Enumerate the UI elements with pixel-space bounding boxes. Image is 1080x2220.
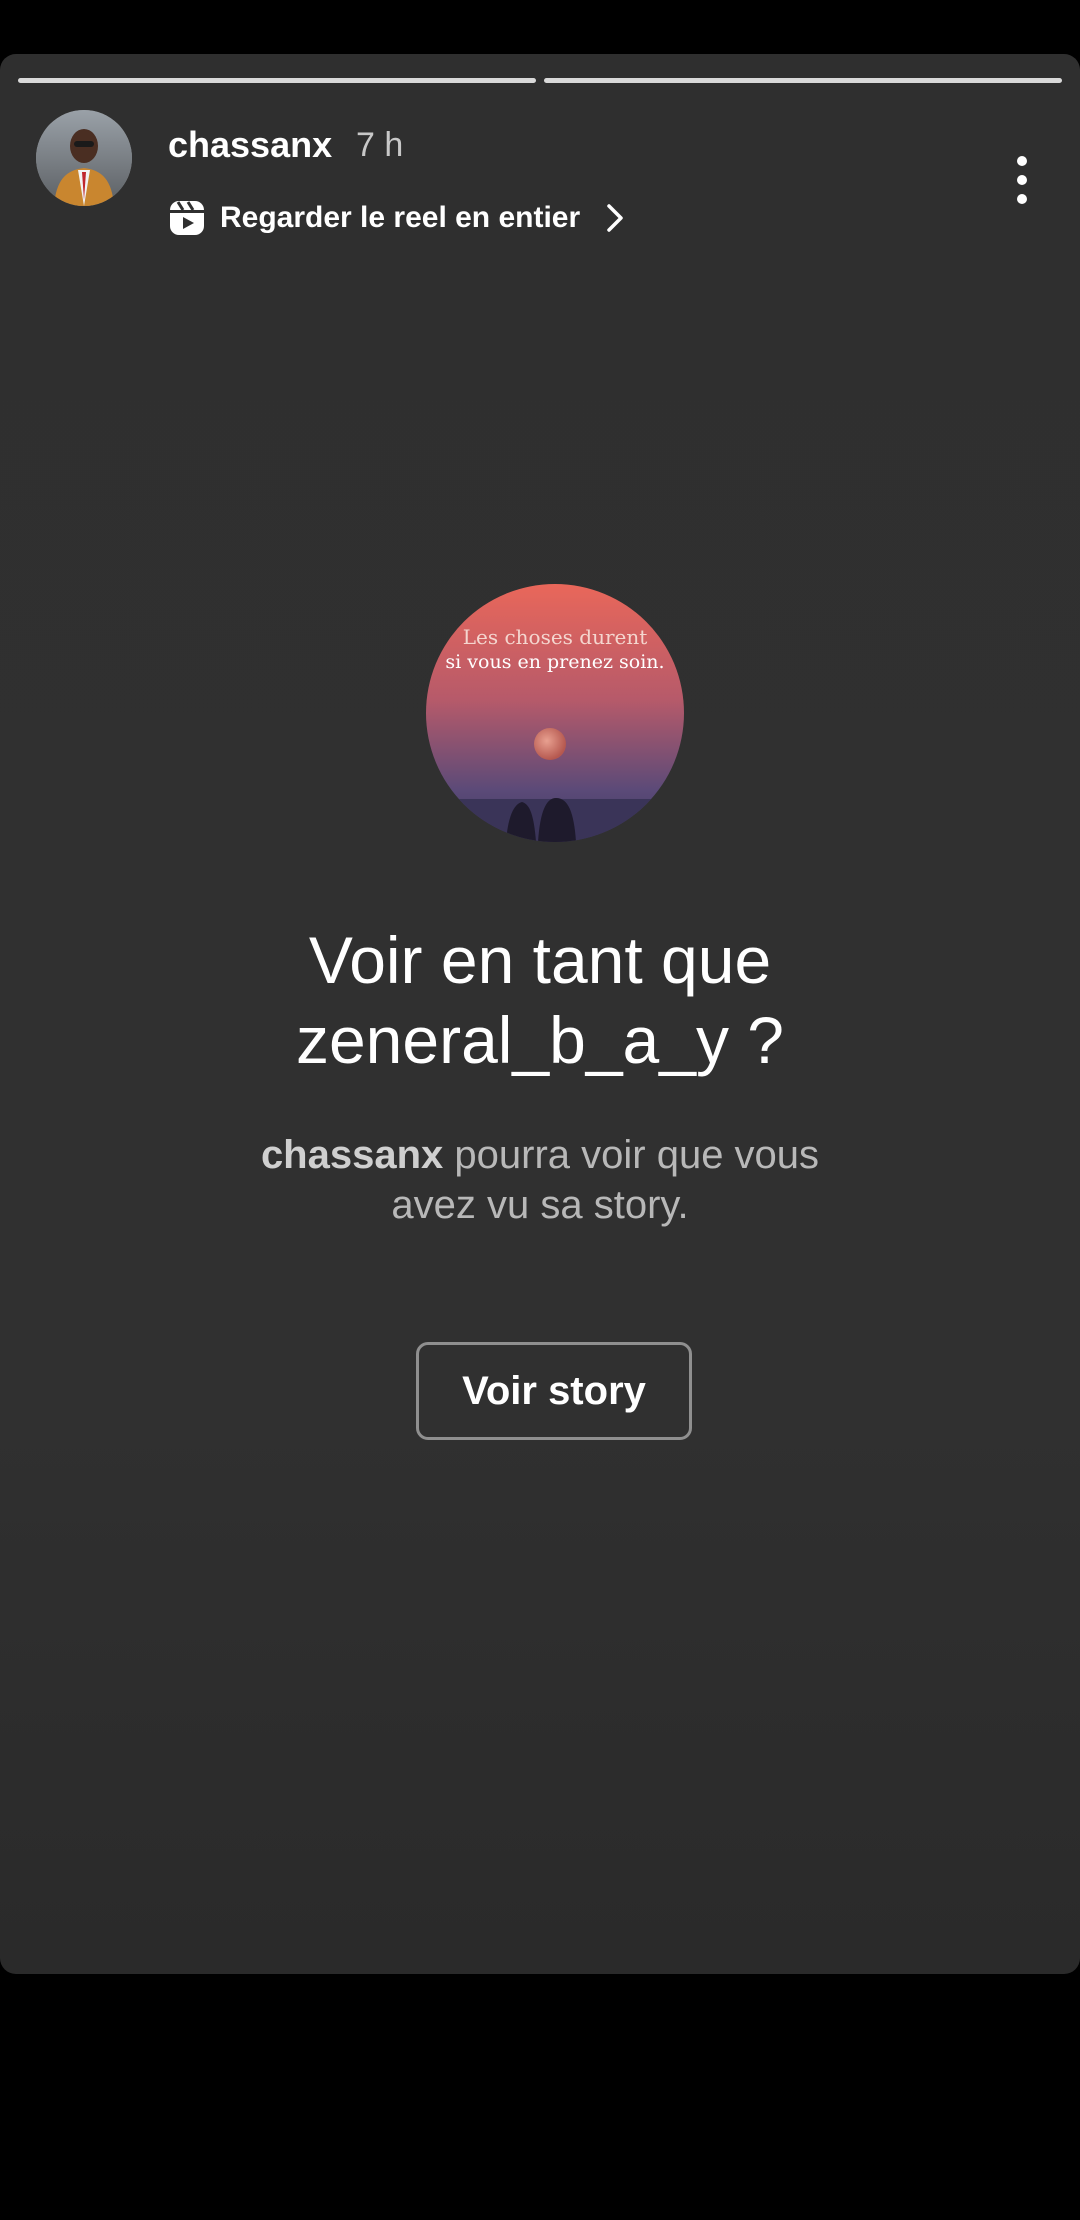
progress-segment <box>544 78 1062 83</box>
story-progress-bar <box>18 78 1062 83</box>
description-line1: chassanx pourra voir que vous <box>200 1130 880 1180</box>
progress-fill <box>544 78 1062 83</box>
view-as-prompt-line1: Voir en tant que <box>308 923 772 997</box>
reels-icon <box>170 201 204 235</box>
story-card[interactable]: chassanx 7 h Regarder le reel en entier <box>0 54 1080 1974</box>
view-as-prompt-description: chassanx pourra voir que vous avez vu sa… <box>200 1130 880 1230</box>
description-line2: avez vu sa story. <box>391 1183 689 1227</box>
progress-fill <box>18 78 536 83</box>
more-options-button[interactable] <box>1000 150 1044 210</box>
view-as-prompt-line2: zeneral_b_a_y ? <box>295 1003 785 1077</box>
more-vertical-icon <box>1017 175 1027 185</box>
progress-segment <box>18 78 536 83</box>
chevron-right-icon <box>607 204 623 232</box>
description-username: chassanx <box>260 1133 444 1177</box>
watch-full-reel-label: Regarder le reel en entier <box>220 201 581 234</box>
description-text: pourra voir que vous <box>443 1133 820 1177</box>
timestamp: 7 h <box>356 126 404 164</box>
story-preview-thumbnail: Les choses durent si vous en prenez soin… <box>426 584 684 842</box>
more-vertical-icon <box>1017 194 1027 204</box>
preview-caption-line2: si vous en prenez soin. <box>445 651 664 673</box>
screen: chassanx 7 h Regarder le reel en entier <box>0 0 1080 2220</box>
story-preview-image: Les choses durent si vous en prenez soin… <box>426 584 684 842</box>
avatar-image <box>36 110 132 206</box>
username[interactable]: chassanx <box>168 124 332 166</box>
view-story-button[interactable]: Voir story <box>416 1342 692 1440</box>
avatar[interactable] <box>36 110 132 206</box>
view-as-prompt-title: Voir en tant que zeneral_b_a_y ? <box>0 920 1080 1080</box>
more-vertical-icon <box>1017 156 1027 166</box>
preview-caption-line1: Les choses durent <box>463 625 648 649</box>
story-header: chassanx 7 h Regarder le reel en entier <box>36 110 1044 235</box>
watch-full-reel-link[interactable]: Regarder le reel en entier <box>168 195 628 241</box>
